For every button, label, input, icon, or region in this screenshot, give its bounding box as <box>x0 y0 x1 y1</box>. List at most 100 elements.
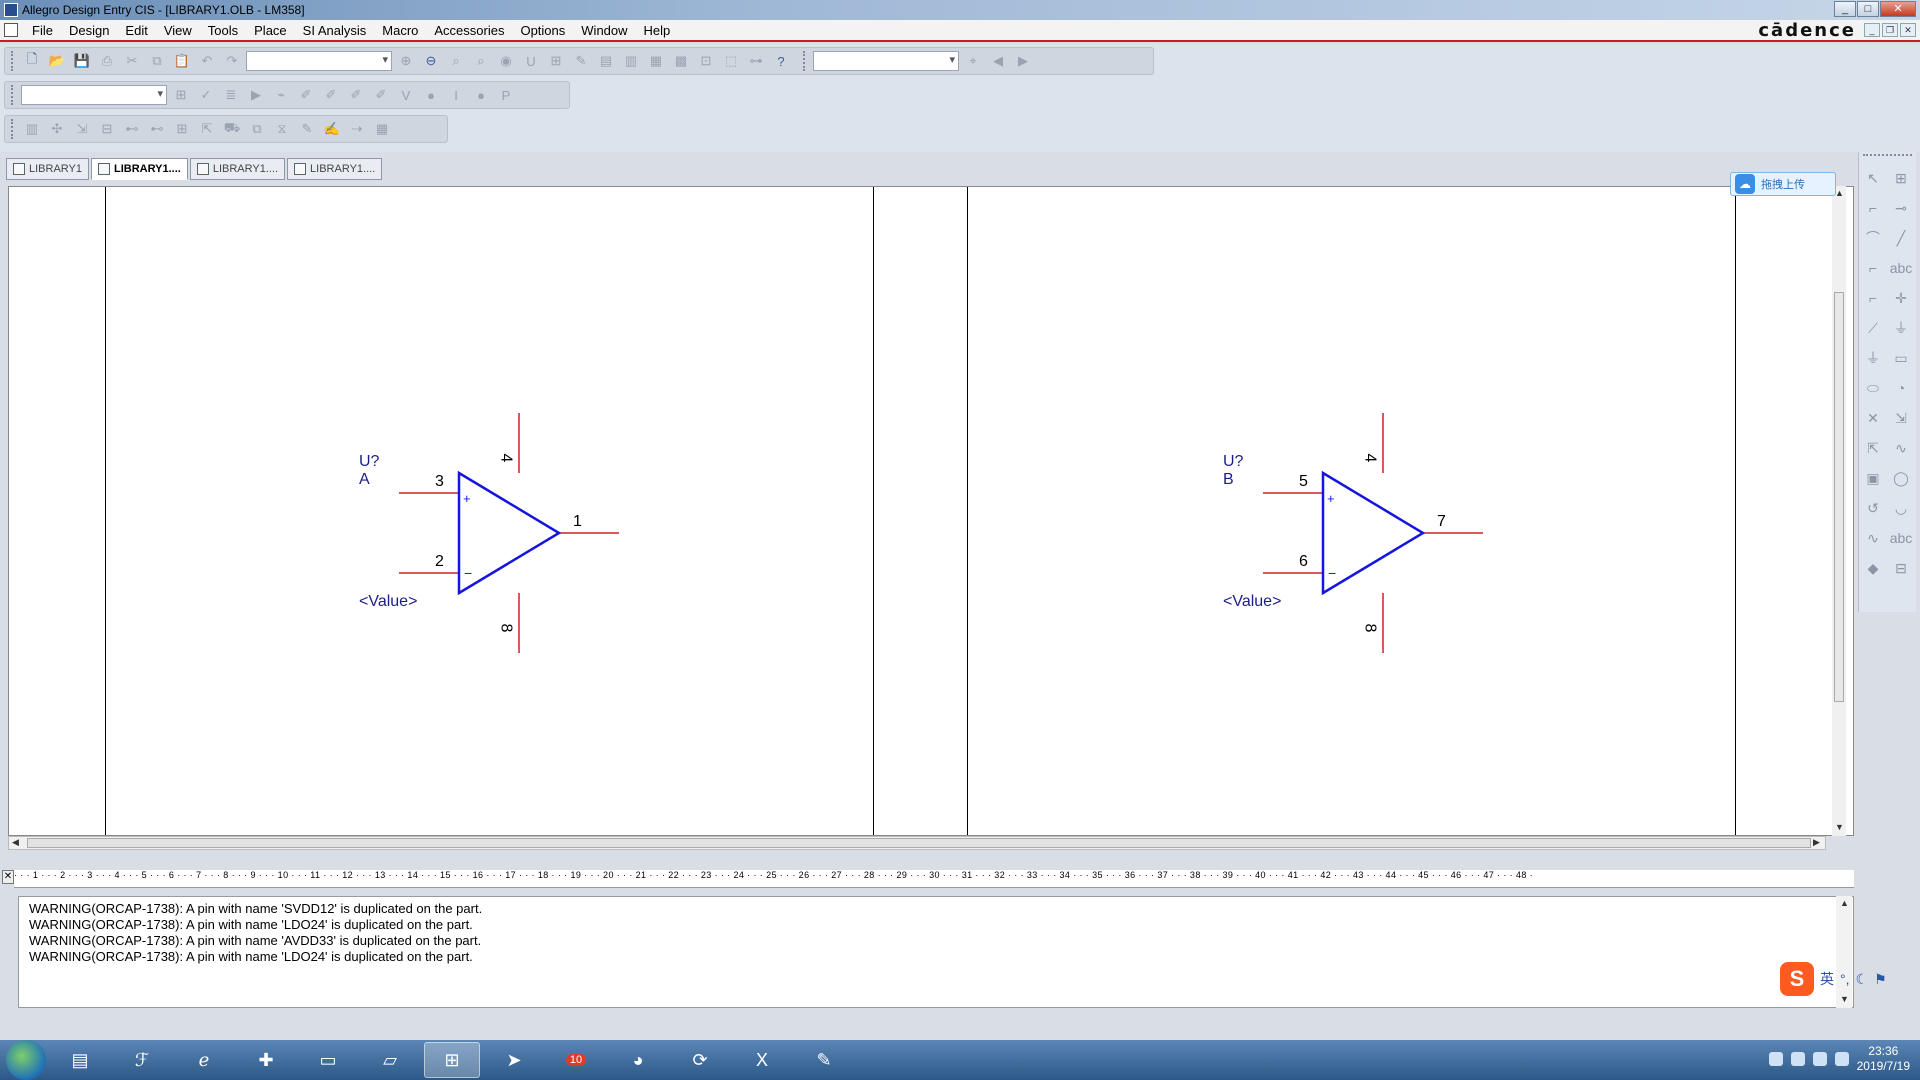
session-log[interactable]: WARNING(ORCAP-1738): A pin with name 'SV… <box>18 896 1854 1008</box>
ground-icon[interactable]: ⏚ <box>1861 346 1885 370</box>
net-icon[interactable]: ⊶ <box>745 50 767 72</box>
cart-icon[interactable]: ⛟ <box>221 118 243 140</box>
junction-icon[interactable]: ✛ <box>1889 286 1913 310</box>
palette-grip[interactable] <box>1863 154 1912 160</box>
tab-library1-2[interactable]: LIBRARY1.... <box>189 158 286 180</box>
export-icon[interactable]: ⇲ <box>71 118 93 140</box>
refresh-icon[interactable]: ⟳ <box>672 1042 728 1078</box>
filter-icon[interactable]: ⧖ <box>271 118 293 140</box>
line-tool-icon[interactable]: ╱ <box>1889 226 1913 250</box>
menu-file[interactable]: File <box>24 23 61 38</box>
library-icon[interactable]: ▥ <box>21 118 43 140</box>
elliptic-arc-icon[interactable]: ◡ <box>1889 496 1913 520</box>
tab-library1-3[interactable]: LIBRARY1.... <box>287 158 383 180</box>
scroll-thumb[interactable] <box>1834 292 1844 702</box>
scroll-up-arrow[interactable]: ▲ <box>1840 898 1849 908</box>
new-icon[interactable]: 🗋 <box>21 50 43 72</box>
badge-icon[interactable]: 10 <box>548 1042 604 1078</box>
polyline-icon[interactable]: ⌐ <box>1861 256 1885 280</box>
minimize-button[interactable]: _ <box>1834 1 1856 17</box>
log-close-button[interactable]: ✕ <box>2 870 14 884</box>
scroll-thumb[interactable] <box>27 838 1811 848</box>
view-combo[interactable] <box>21 85 167 105</box>
sign-icon[interactable]: ✍ <box>321 118 343 140</box>
image-icon[interactable]: ▣ <box>1861 466 1885 490</box>
doc-close-button[interactable]: ✕ <box>1900 23 1916 37</box>
forward-icon[interactable]: ▶ <box>1012 50 1034 72</box>
menu-place[interactable]: Place <box>246 23 295 38</box>
grid-icon[interactable]: ▩ <box>670 50 692 72</box>
p-icon[interactable]: P <box>495 84 517 106</box>
drc-icon[interactable]: ✓ <box>195 84 217 106</box>
marker-icon[interactable]: ✐ <box>295 84 317 106</box>
eye-icon[interactable]: ◉ <box>495 50 517 72</box>
upload-badge[interactable]: ☁ 拖拽上传 <box>1730 172 1836 196</box>
start-button[interactable] <box>6 1040 46 1080</box>
document-icon[interactable] <box>4 23 18 37</box>
zoom-all-icon[interactable]: ⌕ <box>470 50 492 72</box>
tray-sogou-icon[interactable] <box>1768 1052 1783 1066</box>
scroll-up-arrow[interactable]: ▲ <box>1835 188 1844 198</box>
scroll-right-arrow[interactable]: ▶ <box>1813 837 1820 848</box>
cut-icon[interactable]: ✂ <box>121 50 143 72</box>
excel-icon[interactable]: X <box>734 1042 790 1078</box>
menu-edit[interactable]: Edit <box>117 23 155 38</box>
tray-network-icon[interactable] <box>1812 1052 1827 1066</box>
wizard-icon[interactable]: ✣ <box>46 118 68 140</box>
pointer-icon[interactable]: ➤ <box>486 1042 542 1078</box>
netlist-icon[interactable]: ≣ <box>220 84 242 106</box>
browse-icon[interactable]: ⊟ <box>96 118 118 140</box>
close-button[interactable]: ✕ <box>1880 1 1916 17</box>
select-icon[interactable]: ↖ <box>1861 166 1885 190</box>
w-icon[interactable]: ● <box>470 84 492 106</box>
abc-icon[interactable]: abc <box>1889 526 1913 550</box>
snap-icon[interactable]: ⊡ <box>695 50 717 72</box>
canvas-vertical-scrollbar[interactable]: ▲ ▼ <box>1832 186 1846 836</box>
part-combo[interactable] <box>246 51 392 71</box>
help-icon[interactable]: ? <box>770 50 792 72</box>
ie-icon[interactable]: ⊞ <box>1889 166 1913 190</box>
rect-icon[interactable]: ▭ <box>1889 346 1913 370</box>
tray-help-icon[interactable] <box>1790 1052 1805 1066</box>
ime-toolbar[interactable]: S 英 °, ☾ ⚑ <box>1780 962 1887 996</box>
toolbar-grip[interactable] <box>803 51 807 71</box>
text-icon[interactable]: abc <box>1889 256 1913 280</box>
i-icon[interactable]: ● <box>420 84 442 106</box>
toolbar-grip[interactable] <box>11 85 15 105</box>
clock[interactable]: 23:36 2019/7/19 <box>1857 1044 1910 1074</box>
arc-icon[interactable]: ◔ <box>1889 376 1913 400</box>
wechat-icon[interactable]: ◕ <box>610 1042 666 1078</box>
curve-icon[interactable]: ↺ <box>1861 496 1885 520</box>
moon-icon[interactable]: ☾ <box>1856 971 1869 988</box>
list-icon[interactable]: ▦ <box>645 50 667 72</box>
search-combo[interactable] <box>813 51 959 71</box>
menu-help[interactable]: Help <box>636 23 679 38</box>
voltage-icon[interactable]: ✐ <box>320 84 342 106</box>
v-icon[interactable]: V <box>395 84 417 106</box>
back-icon[interactable]: ◀ <box>987 50 1009 72</box>
ellipse-tool-icon[interactable]: ◯ <box>1889 466 1913 490</box>
power-icon[interactable]: ✐ <box>370 84 392 106</box>
ellipse-icon[interactable]: ⬭ <box>1861 376 1885 400</box>
ime-language[interactable]: 英 <box>1820 969 1834 989</box>
select-area-icon[interactable]: ⬚ <box>720 50 742 72</box>
wave-icon[interactable]: ∿ <box>1861 526 1885 550</box>
find-icon[interactable]: ⌖ <box>962 50 984 72</box>
copy-part-icon[interactable]: ⧉ <box>246 118 268 140</box>
menu-design[interactable]: Design <box>61 23 117 38</box>
maximize-button[interactable]: □ <box>1857 1 1879 17</box>
tray-volume-icon[interactable] <box>1834 1052 1849 1066</box>
copy-icon[interactable]: ⧉ <box>146 50 168 72</box>
hierarchy-icon[interactable]: ⊞ <box>545 50 567 72</box>
edit-icon[interactable]: ✎ <box>796 1042 852 1078</box>
edit-part-icon[interactable]: ✎ <box>570 50 592 72</box>
paste-icon[interactable]: 📋 <box>171 50 193 72</box>
bezier-icon[interactable]: ∿ <box>1889 436 1913 460</box>
scroll-left-arrow[interactable]: ◀ <box>12 837 19 848</box>
orcad-icon[interactable]: ⊞ <box>424 1042 480 1078</box>
current-icon[interactable]: ✐ <box>345 84 367 106</box>
offpage-icon[interactable]: ⇱ <box>1861 436 1885 460</box>
menu-macro[interactable]: Macro <box>374 23 426 38</box>
ieee-icon[interactable]: ◆ <box>1861 556 1885 580</box>
pin-icon[interactable]: ⊷ <box>121 118 143 140</box>
